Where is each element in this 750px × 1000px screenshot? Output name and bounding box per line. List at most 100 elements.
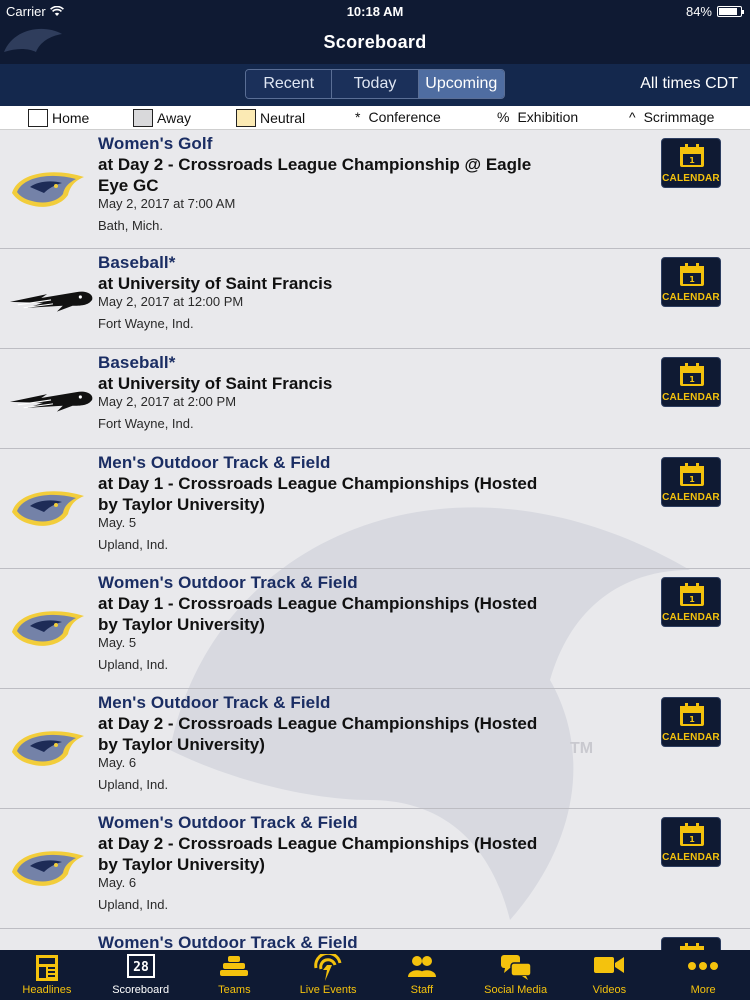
tab-headlines[interactable]: Headlines [0, 950, 94, 1000]
calendar-button-label: CALENDAR [662, 612, 720, 623]
eagle-logo [8, 482, 88, 532]
tab-headlines-label: Headlines [22, 984, 72, 996]
event-sport[interactable]: Women's Outdoor Track & Field [98, 813, 358, 833]
tab-videos[interactable]: Videos [563, 950, 657, 1000]
event-sport[interactable]: Women's Outdoor Track & Field [98, 933, 358, 950]
tab-teams-label: Teams [218, 984, 251, 996]
event-row[interactable]: Baseball* at University of Saint Francis M… [0, 349, 750, 449]
add-to-calendar-button[interactable]: 1CALENDAR [661, 357, 721, 407]
event-opponent: at Day 1 - Crossroads League Championshi… [98, 474, 538, 514]
event-row[interactable]: Men's Outdoor Track & Field at Day 2 - Cr… [0, 689, 750, 809]
legend: Home Away Neutral * Conference % Exhibit… [0, 106, 750, 130]
eagle-logo [8, 163, 88, 213]
conference-symbol: * [355, 109, 361, 125]
event-location: Upland, Ind. [98, 777, 169, 792]
tab-more[interactable]: More [656, 950, 750, 1000]
segment-recent[interactable]: Recent [246, 70, 333, 98]
legend-neutral: Neutral [236, 109, 305, 127]
battery-status: 84% [685, 4, 744, 19]
event-row[interactable]: Women's Golf at Day 2 - Crossroads League… [0, 130, 750, 249]
event-row[interactable]: Women's Outdoor Track & Field at Day 1 - … [0, 569, 750, 689]
add-to-calendar-button[interactable]: 1CALENDAR [661, 457, 721, 507]
eagle-logo [8, 722, 88, 772]
svg-text:1: 1 [689, 835, 695, 844]
filter-row: Recent Today Upcoming All times CDT [0, 64, 750, 106]
event-row[interactable]: Women's Outdoor Track & Field 1CALENDAR [0, 929, 750, 950]
add-to-calendar-button[interactable]: 1CALENDAR [661, 697, 721, 747]
home-swatch [28, 109, 48, 127]
scoreboard-icon: 28 [126, 954, 155, 978]
legend-away: Away [133, 109, 191, 127]
legend-scrimmage-label: Scrimmage [643, 109, 715, 125]
legend-exhibition-label: Exhibition [517, 109, 579, 125]
event-row[interactable]: Baseball* at University of Saint Francis M… [0, 249, 750, 349]
add-to-calendar-button[interactable]: 1CALENDAR [661, 138, 721, 188]
add-to-calendar-button[interactable]: 1CALENDAR [661, 257, 721, 307]
event-sport[interactable]: Baseball* [98, 253, 175, 273]
tab-staff-label: Staff [410, 984, 434, 996]
event-opponent: at University of Saint Francis [98, 274, 333, 293]
event-datetime: May. 5 [98, 635, 137, 650]
nav-header: Scoreboard [0, 22, 750, 64]
event-datetime: May 2, 2017 at 7:00 AM [98, 196, 236, 211]
eagle-logo [8, 602, 88, 652]
tab-more-label: More [690, 984, 716, 996]
event-location: Upland, Ind. [98, 657, 169, 672]
battery-percent: 84% [685, 4, 712, 19]
battery-icon [717, 6, 744, 17]
event-location: Fort Wayne, Ind. [98, 416, 194, 431]
more-dots-icon [688, 962, 719, 970]
scrimmage-symbol: ^ [629, 109, 636, 125]
event-sport[interactable]: Men's Outdoor Track & Field [98, 693, 331, 713]
status-bar: Carrier 10:18 AM 84% [0, 0, 750, 22]
event-row[interactable]: Men's Outdoor Track & Field at Day 1 - Cr… [0, 449, 750, 569]
legend-conference-label: Conference [368, 109, 441, 125]
event-datetime: May 2, 2017 at 12:00 PM [98, 294, 244, 309]
legend-home: Home [28, 109, 89, 127]
add-to-calendar-button[interactable]: 1 CALENDAR [661, 577, 721, 627]
tab-bar: Headlines 28 Scoreboard Teams Live Event… [0, 950, 750, 1000]
legend-home-label: Home [52, 110, 90, 126]
page-title: Scoreboard [323, 32, 427, 52]
svg-text:1: 1 [689, 595, 695, 604]
exhibition-symbol: % [497, 109, 510, 125]
event-sport[interactable]: Men's Outdoor Track & Field [98, 453, 331, 473]
staff-icon [407, 956, 436, 977]
event-list[interactable]: TM Women's Golf at Day 2 - Crossroads Lea… [0, 130, 750, 950]
tab-social-media[interactable]: Social Media [469, 950, 563, 1000]
svg-text:1: 1 [689, 156, 695, 165]
away-swatch [133, 109, 153, 127]
tab-social-media-label: Social Media [484, 984, 548, 996]
event-location: Bath, Mich. [98, 218, 164, 233]
event-sport[interactable]: Women's Golf [98, 134, 213, 154]
add-to-calendar-button[interactable]: 1CALENDAR [661, 937, 721, 950]
tab-live-events[interactable]: Live Events [281, 950, 375, 1000]
event-row[interactable]: Women's Outdoor Track & Field at Day 2 - … [0, 809, 750, 929]
add-to-calendar-button[interactable]: 1 CALENDAR [661, 817, 721, 867]
event-location: Fort Wayne, Ind. [98, 316, 194, 331]
event-sport[interactable]: Baseball* [98, 353, 175, 373]
calendar-button-label: CALENDAR [662, 392, 720, 403]
tab-scoreboard-label: Scoreboard [112, 984, 170, 996]
tab-staff[interactable]: Staff [375, 950, 469, 1000]
event-sport[interactable]: Women's Outdoor Track & Field [98, 573, 358, 593]
teams-icon [220, 956, 249, 976]
svg-text:1: 1 [689, 475, 695, 484]
svg-text:1: 1 [689, 275, 695, 284]
neutral-swatch [236, 109, 256, 127]
event-opponent: at Day 2 - Crossroads League Championshi… [98, 834, 538, 874]
event-opponent: at Day 2 - Crossroads League Championshi… [98, 155, 532, 195]
event-opponent: at Day 1 - Crossroads League Championshi… [98, 594, 538, 634]
event-datetime: May. 5 [98, 515, 137, 530]
segment-upcoming[interactable]: Upcoming [418, 70, 504, 98]
tab-live-events-label: Live Events [299, 984, 357, 996]
clock: 10:18 AM [346, 4, 404, 19]
calendar-button-label: CALENDAR [662, 852, 720, 863]
tab-scoreboard[interactable]: 28 Scoreboard [94, 950, 188, 1000]
event-datetime: May. 6 [98, 875, 137, 890]
eagle-logo [8, 842, 88, 892]
segment-today[interactable]: Today [332, 70, 419, 98]
live-events-icon [314, 954, 342, 981]
tab-teams[interactable]: Teams [188, 950, 282, 1000]
event-opponent: at University of Saint Francis [98, 374, 333, 393]
